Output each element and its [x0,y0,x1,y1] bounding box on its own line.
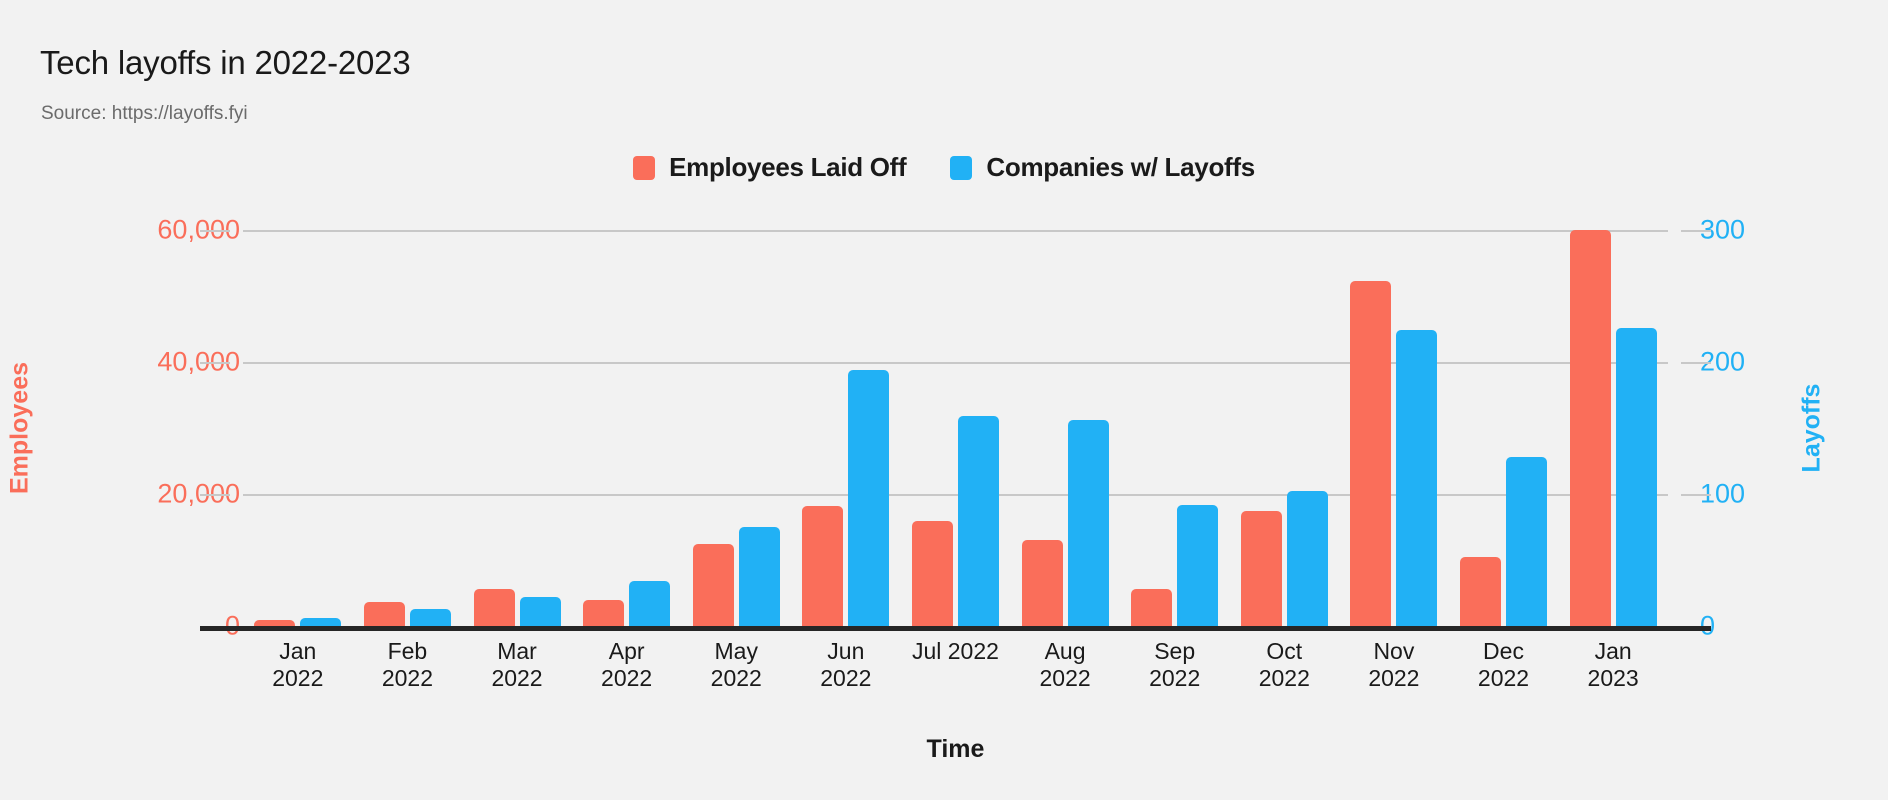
x-axis-tick-label: Nov 2022 [1368,638,1420,691]
bar-group [1339,230,1449,626]
legend-label-companies: Companies w/ Layoffs [986,152,1255,182]
legend-item-employees[interactable]: Employees Laid Off [633,152,907,183]
bar-employees-laid-off[interactable] [1131,589,1173,626]
bar-group [1449,230,1559,626]
y-axis-left-tick [200,230,230,232]
bar-group [243,230,353,626]
chart-root: Tech layoffs in 2022-2023 Source: https:… [0,0,1888,800]
bar-employees-laid-off[interactable] [1460,556,1501,626]
plot-area [200,230,1711,631]
x-axis-tick-label: Apr 2022 [601,638,653,691]
bar-group [1558,230,1668,626]
x-axis-baseline [230,626,1681,631]
x-axis-tick-label: Aug 2022 [1039,638,1091,691]
bar-employees-laid-off[interactable] [802,505,844,626]
bar-group [462,230,572,626]
bar-employees-laid-off[interactable] [583,599,625,626]
bar-groups [243,230,1668,626]
bar-employees-laid-off[interactable] [692,544,734,626]
bar-companies-with-layoffs[interactable] [1067,420,1109,626]
bar-group [1229,230,1339,626]
bar-employees-laid-off[interactable] [1240,511,1282,626]
bar-companies-with-layoffs[interactable] [848,369,890,626]
bar-group [572,230,682,626]
x-axis-labels: Jan 2022 Feb 2022 Mar 2022 Apr 2022 May 2022… [243,638,1668,692]
bar-group [1010,230,1120,626]
x-axis-tick-label: Jun 2022 [820,638,872,691]
y-axis-left-tick [200,362,230,364]
bar-group [353,230,463,626]
bar-employees-laid-off[interactable] [1021,539,1063,626]
y-axis-right-tick [1681,494,1711,496]
bar-companies-with-layoffs[interactable] [738,527,780,626]
y-axis-left-title: Employees [5,361,34,495]
bar-companies-with-layoffs[interactable] [1286,491,1328,626]
y-axis-right-tick [1681,230,1711,232]
bar-group [791,230,901,626]
legend-label-employees: Employees Laid Off [669,152,907,182]
x-axis-tick-label: Feb 2022 [381,638,433,691]
y-axis-left-tick [200,626,230,631]
legend-swatch-companies-icon [950,155,973,180]
x-axis-tick-label: May 2022 [710,638,762,691]
chart-source-label: Source: https://layoffs.fyi [41,103,248,124]
bar-group [901,230,1011,626]
bar-employees-laid-off[interactable] [363,601,405,626]
x-axis-tick-label: Jan 2023 [1587,638,1639,691]
bar-companies-with-layoffs[interactable] [409,608,451,626]
bar-companies-with-layoffs[interactable] [957,416,999,626]
bar-companies-with-layoffs[interactable] [1396,330,1438,626]
x-axis-tick-label: Dec 2022 [1477,638,1530,691]
bar-group [681,230,791,626]
y-axis-left-tick [200,494,230,496]
bar-employees-laid-off[interactable] [911,521,953,626]
chart-title: Tech layoffs in 2022-2023 [40,44,411,81]
bar-companies-with-layoffs[interactable] [300,618,342,626]
bar-companies-with-layoffs[interactable] [1506,457,1547,626]
bar-employees-laid-off[interactable] [1569,230,1611,626]
x-axis-tick-label: Sep 2022 [1149,638,1201,691]
x-axis-tick-label: Oct 2022 [1258,638,1310,691]
x-axis-tick-label: Jul 2022 [911,638,999,664]
bar-companies-with-layoffs[interactable] [629,581,671,626]
chart-legend: Employees Laid Off Companies w/ Layoffs [0,152,1888,183]
bar-group [1120,230,1230,626]
bar-companies-with-layoffs[interactable] [519,596,561,626]
y-axis-right-tick [1681,626,1711,631]
legend-item-companies[interactable]: Companies w/ Layoffs [950,152,1255,183]
x-axis-tick-label: Jan 2022 [272,638,324,691]
bar-companies-with-layoffs[interactable] [1177,504,1219,626]
y-axis-right-labels: 0100200300 [1700,216,1860,639]
bar-employees-laid-off[interactable] [473,589,515,626]
y-axis-right-tick [1681,362,1711,364]
y-axis-left-labels: 020,00040,00060,000 [80,216,240,639]
x-axis-tick-label: Mar 2022 [491,638,543,691]
x-axis-title: Time [926,735,985,763]
bar-employees-laid-off[interactable] [1350,280,1392,626]
bar-companies-with-layoffs[interactable] [1615,327,1657,626]
legend-swatch-employees-icon [633,155,656,180]
